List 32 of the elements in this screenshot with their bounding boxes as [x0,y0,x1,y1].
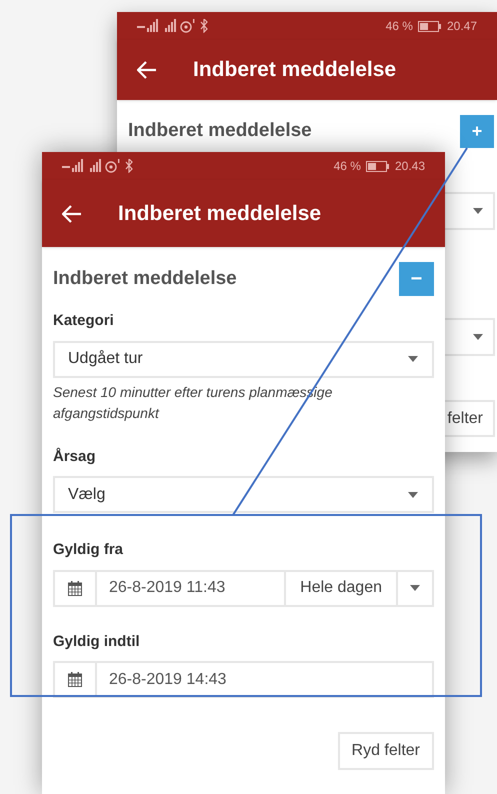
select-field[interactable]: Vælg [53,476,434,513]
battery-icon [366,160,390,172]
field-label: Kategori [53,311,115,331]
status-time: 20.43 [394,158,425,175]
all-day-dropdown[interactable]: Hele dagen [284,572,432,604]
datetime-value: 26-8-2019 11:43 [109,578,226,598]
back-arrow-icon[interactable] [137,61,157,79]
caret-icon [473,334,483,340]
field-label: Gyldig fra [53,540,124,560]
calendar-icon [68,672,82,687]
status-time: 20.47 [446,18,477,35]
clear-button[interactable]: Ryd felter [338,732,434,770]
caret-icon [408,356,418,362]
field-label: Gyldig indtil [53,632,141,652]
datetime-field[interactable]: 26-8-2019 11:43 Hele dagen [53,570,434,606]
section-heading: Indberet meddelelse [128,119,312,144]
caret-icon [410,585,420,591]
caret-icon [473,208,483,214]
field-label: Årsag [53,446,97,466]
battery-percent: 46 % [334,158,361,175]
battery-percent: 46 % [386,18,413,35]
battery-icon [418,20,442,32]
calendar-icon [68,580,82,596]
clear-button[interactable]: felter [445,400,495,437]
app-bar-title: Indberet meddelelse [118,200,322,227]
caret-icon [408,492,418,498]
datetime-field[interactable]: 26-8-2019 14:43 [53,661,434,698]
select-field[interactable]: Udgået tur [53,340,434,378]
datetime-value: 26-8-2019 14:43 [109,670,226,690]
section-heading: Indberet meddelelse [53,266,237,291]
back-arrow-icon[interactable] [62,204,82,222]
app-bar-title: Indberet meddelelse [193,57,396,84]
